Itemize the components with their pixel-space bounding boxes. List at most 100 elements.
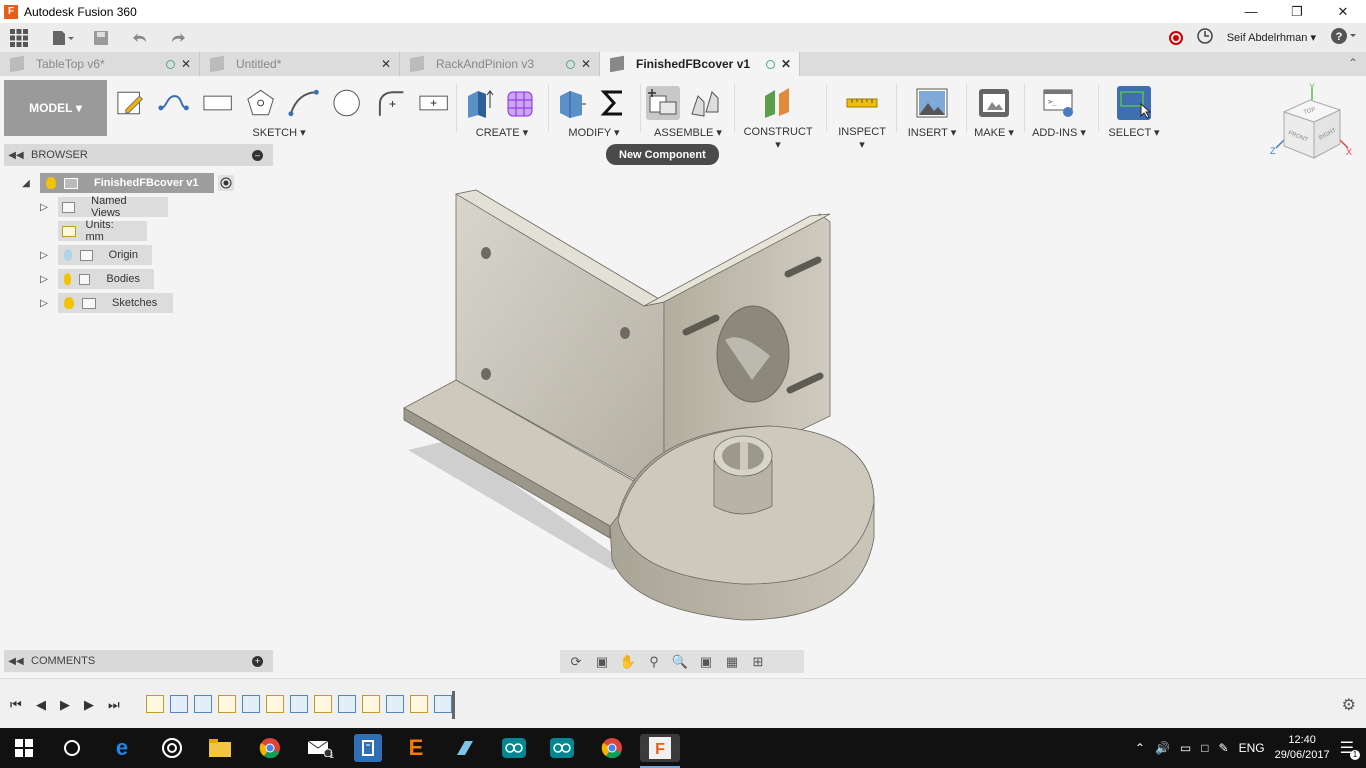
- fillet-tool-icon[interactable]: [374, 86, 407, 120]
- polygon-tool-icon[interactable]: [244, 86, 277, 120]
- expand-triangle-icon[interactable]: ▷: [38, 273, 50, 285]
- clock[interactable]: 12:40 29/06/2017: [1275, 733, 1330, 763]
- timeline-sketch-feature[interactable]: [266, 695, 284, 713]
- browser-item-units[interactable]: Units: mm: [58, 219, 147, 243]
- bracket-app-icon[interactable]: [354, 734, 382, 762]
- fit-zoom-window-icon[interactable]: 🔍: [670, 654, 690, 670]
- power-icon[interactable]: ▭: [1180, 741, 1191, 755]
- modify-menu[interactable]: MODIFY ▾: [554, 126, 634, 139]
- new-component-icon[interactable]: [646, 86, 680, 120]
- assemble-menu[interactable]: ASSEMBLE ▾: [646, 126, 730, 139]
- sigma-parameters-icon[interactable]: [596, 86, 630, 120]
- timeline-first-icon[interactable]: ⏮: [10, 697, 22, 713]
- expand-triangle-icon[interactable]: ▷: [38, 201, 50, 213]
- timeline-extrude-feature[interactable]: [434, 695, 452, 713]
- edge-browser-icon[interactable]: e: [108, 734, 136, 762]
- timeline-extrude-feature[interactable]: [338, 695, 356, 713]
- data-panel-grid-icon[interactable]: [8, 27, 30, 49]
- model-viewport[interactable]: [380, 180, 900, 630]
- restore-button[interactable]: ❐: [1274, 0, 1320, 23]
- zoom-icon[interactable]: ⚲: [644, 654, 664, 670]
- browser-item-named-views[interactable]: ▷ Named Views: [38, 195, 168, 219]
- action-center-icon[interactable]: ☰ 1: [1340, 738, 1360, 760]
- pan-hand-icon[interactable]: ✋: [618, 654, 638, 670]
- tab-finishedfbcover[interactable]: FinishedFBcover v1 ✕: [600, 52, 800, 76]
- scripts-addins-icon[interactable]: >_: [1042, 86, 1076, 120]
- form-icon[interactable]: [504, 86, 538, 120]
- timeline-sketch-feature[interactable]: [218, 695, 236, 713]
- joint-icon[interactable]: [688, 86, 722, 120]
- 3d-print-icon[interactable]: [977, 86, 1011, 120]
- cortana-search-icon[interactable]: [58, 734, 86, 762]
- timeline-sketch-feature[interactable]: [410, 695, 428, 713]
- browser-item-origin[interactable]: ▷ Origin: [38, 245, 152, 265]
- make-menu[interactable]: MAKE ▾: [970, 126, 1018, 139]
- browser-toggle-icon[interactable]: –: [252, 149, 263, 161]
- file-menu-icon[interactable]: [52, 27, 74, 49]
- circle-tool-icon[interactable]: [330, 86, 363, 120]
- mail-icon[interactable]: 1: [306, 734, 334, 762]
- insert-menu[interactable]: INSERT ▾: [904, 126, 960, 139]
- timeline-extrude-feature[interactable]: [290, 695, 308, 713]
- record-icon[interactable]: [1168, 30, 1183, 45]
- workspace-switcher-button[interactable]: MODEL ▾: [4, 80, 107, 136]
- timeline-last-icon[interactable]: ⏭: [108, 697, 120, 713]
- start-windows-icon[interactable]: [10, 734, 38, 762]
- tab-untitled[interactable]: Untitled* ✕: [200, 52, 400, 76]
- browser-panel-header[interactable]: ◀◀ BROWSER –: [4, 144, 273, 166]
- comments-panel-header[interactable]: ◀◀ COMMENTS +: [4, 650, 273, 672]
- arduino-icon[interactable]: [548, 734, 576, 762]
- volume-icon[interactable]: 🔊: [1155, 741, 1170, 755]
- undo-icon[interactable]: [132, 27, 154, 49]
- timeline-settings-gear-icon[interactable]: ⚙: [1342, 695, 1356, 715]
- eraser-app-icon[interactable]: [450, 734, 478, 762]
- network-icon[interactable]: □: [1201, 741, 1208, 755]
- timeline-extrude-feature[interactable]: [386, 695, 404, 713]
- target-app-icon[interactable]: [158, 734, 186, 762]
- timeline-sketch-feature[interactable]: [146, 695, 164, 713]
- sketch-menu[interactable]: SKETCH ▾: [114, 126, 444, 139]
- fusion-taskbar-icon[interactable]: F: [640, 734, 680, 762]
- arc-tool-icon[interactable]: [287, 86, 320, 120]
- pen-icon[interactable]: ✎: [1219, 741, 1229, 755]
- press-pull-icon[interactable]: [554, 86, 588, 120]
- minimize-button[interactable]: —: [1228, 0, 1274, 23]
- timeline-marker[interactable]: [452, 691, 455, 719]
- editor-e-icon[interactable]: E: [402, 734, 430, 762]
- visibility-bulb-icon[interactable]: [64, 273, 72, 285]
- job-status-clock-icon[interactable]: [1196, 28, 1213, 47]
- collapse-tabs-chevron-icon[interactable]: ⌃: [1348, 56, 1358, 70]
- activate-radio-icon[interactable]: [218, 175, 234, 191]
- visibility-bulb-off-icon[interactable]: [64, 249, 73, 261]
- language-indicator[interactable]: ENG: [1239, 741, 1265, 755]
- view-cube[interactable]: Y Z X TOP FRONT RIGHT: [1270, 82, 1354, 162]
- display-settings-icon[interactable]: ▣: [696, 654, 716, 670]
- insert-canvas-icon[interactable]: [915, 86, 949, 120]
- user-account-menu[interactable]: Seif Abdelrhman ▾: [1227, 31, 1316, 44]
- orbit-icon[interactable]: ⟳: [566, 654, 586, 670]
- timeline-next-icon[interactable]: ▶: [84, 697, 94, 713]
- timeline-extrude-feature[interactable]: [194, 695, 212, 713]
- arduino-icon[interactable]: [500, 734, 528, 762]
- close-tab-icon[interactable]: ✕: [381, 57, 391, 71]
- chrome-icon[interactable]: [256, 734, 284, 762]
- select-menu[interactable]: SELECT ▾: [1104, 126, 1164, 139]
- measure-icon[interactable]: [845, 86, 879, 120]
- construct-menu[interactable]: CONSTRUCT ▾: [740, 126, 816, 151]
- rectangle-tool-icon[interactable]: [201, 86, 234, 120]
- collapse-triangle-icon[interactable]: ◢: [20, 177, 32, 189]
- browser-item-sketches[interactable]: ▷ Sketches: [38, 293, 173, 313]
- close-tab-icon[interactable]: ✕: [581, 57, 591, 71]
- timeline-sketch-feature[interactable]: [362, 695, 380, 713]
- timeline-sketch-feature[interactable]: [314, 695, 332, 713]
- help-icon[interactable]: ?: [1330, 27, 1358, 48]
- timeline-extrude-feature[interactable]: [170, 695, 188, 713]
- offset-plane-icon[interactable]: [761, 86, 795, 120]
- grid-snaps-icon[interactable]: ▦: [722, 654, 742, 670]
- expand-triangle-icon[interactable]: ▷: [38, 297, 50, 309]
- addins-menu[interactable]: ADD-INS ▾: [1030, 126, 1088, 139]
- browser-item-bodies[interactable]: ▷ Bodies: [38, 269, 154, 289]
- tab-tabletop[interactable]: TableTop v6* ✕: [0, 52, 200, 76]
- redo-icon[interactable]: [170, 27, 192, 49]
- file-explorer-icon[interactable]: [206, 734, 234, 762]
